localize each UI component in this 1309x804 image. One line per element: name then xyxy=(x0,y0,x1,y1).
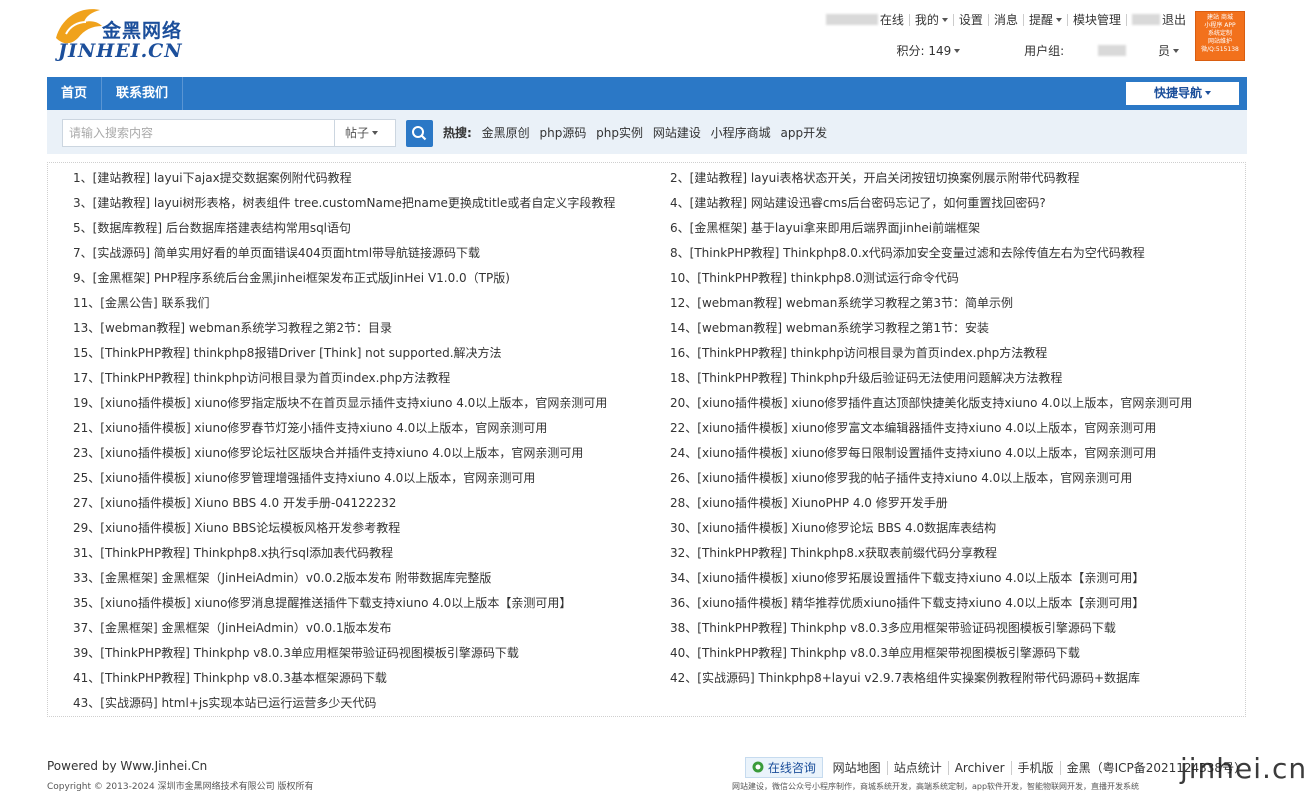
list-item[interactable]: 12、[webman教程] webman系统学习教程之第3节：简单示例 xyxy=(670,295,1192,320)
nav-contact[interactable]: 联系我们 xyxy=(102,77,184,110)
list-item[interactable]: 33、[金黑框架] 金黑框架（JinHeiAdmin）v0.0.2版本发布 附带… xyxy=(73,570,615,595)
chevron-down-icon xyxy=(1055,18,1062,22)
nav-home[interactable]: 首页 xyxy=(47,77,103,110)
module-manage-link[interactable]: 模块管理 xyxy=(1066,14,1126,26)
usergroup-link[interactable]: 用户组: 员 xyxy=(994,44,1179,58)
chevron-down-icon xyxy=(941,18,948,22)
list-item[interactable]: 21、[xiuno插件模板] xiuno修罗春节灯笼小插件支持xiuno 4.0… xyxy=(73,420,615,445)
list-item[interactable]: 38、[ThinkPHP教程] Thinkphp v8.0.3多应用框架带验证码… xyxy=(670,620,1192,645)
user-top-nav: 在线 我的 设置 消息 提醒 模块管理 退出 xyxy=(821,13,1191,31)
list-item[interactable]: 36、[xiuno插件模板] 精华推荐优质xiuno插件下载支持xiuno 4.… xyxy=(670,595,1192,620)
watermark: jinhei.cn xyxy=(1180,752,1308,785)
list-item[interactable]: 3、[建站教程] layui树形表格，树表组件 tree.customName把… xyxy=(73,195,615,220)
list-item[interactable]: 15、[ThinkPHP教程] thinkphp8报错Driver [Think… xyxy=(73,345,615,370)
user-stats: 积分: 149 用户组: 员 xyxy=(837,42,1179,59)
list-item[interactable]: 17、[ThinkPHP教程] thinkphp访问根目录为首页index.ph… xyxy=(73,370,615,395)
archiver-link[interactable]: Archiver xyxy=(947,761,1011,775)
list-item[interactable]: 29、[xiuno插件模板] Xiuno BBS论坛模板风格开发参考教程 xyxy=(73,520,615,545)
site-logo[interactable]: 金黑网络 JINHEI.CN xyxy=(52,4,192,64)
list-item[interactable]: 6、[金黑框架] 基于layui拿来即用后端界面jinhei前端框架 xyxy=(670,220,1192,245)
chevron-down-icon xyxy=(1173,49,1179,53)
list-item[interactable]: 22、[xiuno插件模板] xiuno修罗富文本编辑器插件支持xiuno 4.… xyxy=(670,420,1192,445)
list-item[interactable]: 25、[xiuno插件模板] xiuno修罗管理增强插件支持xiuno 4.0以… xyxy=(73,470,615,495)
list-item[interactable]: 5、[数据库教程] 后台数据库搭建表结构常用sql语句 xyxy=(73,220,615,245)
main-nav-bar: 首页 联系我们 快捷导航 xyxy=(47,77,1247,110)
reminders-link[interactable]: 提醒 xyxy=(1022,14,1067,26)
search-type-select[interactable]: 帖子 xyxy=(335,119,396,147)
list-item[interactable]: 27、[xiuno插件模板] Xiuno BBS 4.0 开发手册-041222… xyxy=(73,495,615,520)
online-status-link[interactable]: 在线 xyxy=(821,14,909,26)
messages-link[interactable]: 消息 xyxy=(987,14,1023,26)
hot-term[interactable]: php实例 xyxy=(596,126,643,140)
list-item[interactable]: 35、[xiuno插件模板] xiuno修罗消息提醒推送插件下载支持xiuno … xyxy=(73,595,615,620)
list-item[interactable]: 11、[金黑公告] 联系我们 xyxy=(73,295,615,320)
hot-term[interactable]: app开发 xyxy=(781,126,828,140)
online-consult-button[interactable]: 在线咨询 xyxy=(745,757,823,778)
article-column-right: 2、[建站教程] layui表格状态开关，开启关闭按钮切换案例展示附带代码教程 … xyxy=(670,170,1192,695)
list-item[interactable]: 43、[实战源码] html+js实现本站已运行运营多少天代码 xyxy=(73,695,615,720)
list-item[interactable]: 26、[xiuno插件模板] xiuno修罗我的帖子插件支持xiuno 4.0以… xyxy=(670,470,1192,495)
settings-link[interactable]: 设置 xyxy=(952,14,988,26)
list-item[interactable]: 40、[ThinkPHP教程] Thinkphp v8.0.3单应用框架带视图模… xyxy=(670,645,1192,670)
ad-badge[interactable]: 建站 商城 小程序 APP 系统定制 网站维护 微/Q:515138 xyxy=(1195,11,1245,61)
list-item[interactable]: 41、[ThinkPHP教程] Thinkphp v8.0.3基本框架源码下载 xyxy=(73,670,615,695)
logo-text-cn: 金黑网络 xyxy=(102,20,183,42)
list-item[interactable]: 9、[金黑框架] PHP程序系统后台金黑jinhei框架发布正式版JinHei … xyxy=(73,270,615,295)
article-column-left: 1、[建站教程] layui下ajax提交数据案例附代码教程 3、[建站教程] … xyxy=(73,170,615,720)
hot-term[interactable]: 小程序商城 xyxy=(711,126,771,140)
blurred-text xyxy=(1131,14,1160,25)
list-item[interactable]: 30、[xiuno插件模板] Xiuno修罗论坛 BBS 4.0数据库表结构 xyxy=(670,520,1192,545)
hot-term[interactable]: 金黑原创 xyxy=(482,126,530,140)
list-item[interactable]: 31、[ThinkPHP教程] Thinkphp8.x执行sql添加表代码教程 xyxy=(73,545,615,570)
list-item[interactable]: 19、[xiuno插件模板] xiuno修罗指定版块不在首页显示插件支持xiun… xyxy=(73,395,615,420)
my-menu-link[interactable]: 我的 xyxy=(908,14,953,26)
copyright: Copyright © 2013-2024 深圳市金黑网络技术有限公司 版权所有 xyxy=(47,782,314,792)
list-item[interactable]: 14、[webman教程] webman系统学习教程之第1节：安装 xyxy=(670,320,1192,345)
sitemap-link[interactable]: 网站地图 xyxy=(827,761,887,775)
list-item[interactable]: 24、[xiuno插件模板] xiuno修罗每日限制设置插件支持xiuno 4.… xyxy=(670,445,1192,470)
list-item[interactable]: 23、[xiuno插件模板] xiuno修罗论坛社区版块合并插件支持xiuno … xyxy=(73,445,615,470)
list-item[interactable]: 32、[ThinkPHP教程] Thinkphp8.x获取表前缀代码分享教程 xyxy=(670,545,1192,570)
list-item[interactable]: 28、[xiuno插件模板] XiunoPHP 4.0 修罗开发手册 xyxy=(670,495,1192,520)
mobile-link[interactable]: 手机版 xyxy=(1010,761,1060,775)
logout-link[interactable]: 退出 xyxy=(1125,14,1191,26)
chevron-down-icon xyxy=(1205,91,1211,95)
hot-search: 热搜: 金黑原创 php源码 php实例 网站建设 小程序商城 app开发 xyxy=(443,124,833,141)
chat-icon xyxy=(752,761,764,773)
list-item[interactable]: 4、[建站教程] 网站建设迅睿cms后台密码忘记了，如何重置找回密码? xyxy=(670,195,1192,220)
hot-term[interactable]: 网站建设 xyxy=(653,126,701,140)
list-item[interactable]: 1、[建站教程] layui下ajax提交数据案例附代码教程 xyxy=(73,170,615,195)
search-input[interactable]: 请输入搜索内容 xyxy=(62,119,335,147)
search-button[interactable] xyxy=(406,120,433,147)
list-item[interactable]: 20、[xiuno插件模板] xiuno修罗插件直达顶部快捷美化版支持xiuno… xyxy=(670,395,1192,420)
footer-services: 网站建设，微信公众号小程序制作，商城系统开发，高端系统定制，app软件开发，智能… xyxy=(732,782,1140,791)
list-item[interactable]: 10、[ThinkPHP教程] thinkphp8.0测试运行命令代码 xyxy=(670,270,1192,295)
blurred-text xyxy=(1097,45,1126,56)
list-item[interactable]: 13、[webman教程] webman系统学习教程之第2节：目录 xyxy=(73,320,615,345)
site-stats-link[interactable]: 站点统计 xyxy=(886,761,948,775)
blurred-username xyxy=(825,14,878,25)
list-item[interactable]: 37、[金黑框架] 金黑框架（JinHeiAdmin）v0.0.1版本发布 xyxy=(73,620,615,645)
hot-term[interactable]: php源码 xyxy=(539,126,586,140)
list-item[interactable]: 34、[xiuno插件模板] xiuno修罗拓展设置插件下载支持xiuno 4.… xyxy=(670,570,1192,595)
list-item[interactable]: 2、[建站教程] layui表格状态开关，开启关闭按钮切换案例展示附带代码教程 xyxy=(670,170,1192,195)
search-bar: 请输入搜索内容 帖子 热搜: 金黑原创 php源码 php实例 网站建设 小程序… xyxy=(47,110,1247,154)
list-item[interactable]: 7、[实战源码] 简单实用好看的单页面错误404页面html带导航链接源码下载 xyxy=(73,245,615,270)
hot-search-label: 热搜: xyxy=(443,126,472,140)
chevron-down-icon xyxy=(372,131,379,135)
list-item[interactable]: 18、[ThinkPHP教程] Thinkphp升级后验证码无法使用问题解决方法… xyxy=(670,370,1192,395)
list-item[interactable]: 16、[ThinkPHP教程] thinkphp访问根目录为首页index.ph… xyxy=(670,345,1192,370)
points-link[interactable]: 积分: 149 xyxy=(867,44,961,58)
list-item[interactable]: 39、[ThinkPHP教程] Thinkphp v8.0.3单应用框架带验证码… xyxy=(73,645,615,670)
list-item[interactable]: 8、[ThinkPHP教程] Thinkphp8.0.x代码添加安全变量过滤和去… xyxy=(670,245,1192,270)
chevron-down-icon xyxy=(954,49,961,53)
article-list: 1、[建站教程] layui下ajax提交数据案例附代码教程 3、[建站教程] … xyxy=(47,162,1246,717)
logo-text-en: JINHEI.CN xyxy=(58,40,183,62)
quick-nav-button[interactable]: 快捷导航 xyxy=(1126,82,1239,105)
footer-nav: 在线咨询 网站地图 站点统计 Archiver 手机版 金黑（粤ICP备20211243… xyxy=(745,757,1253,778)
search-icon xyxy=(412,126,427,141)
powered-by[interactable]: Powered by Www.Jinhei.Cn xyxy=(47,759,207,773)
list-item[interactable]: 42、[实战源码] Thinkphp8+layui v2.9.7表格组件实操案例… xyxy=(670,670,1192,695)
